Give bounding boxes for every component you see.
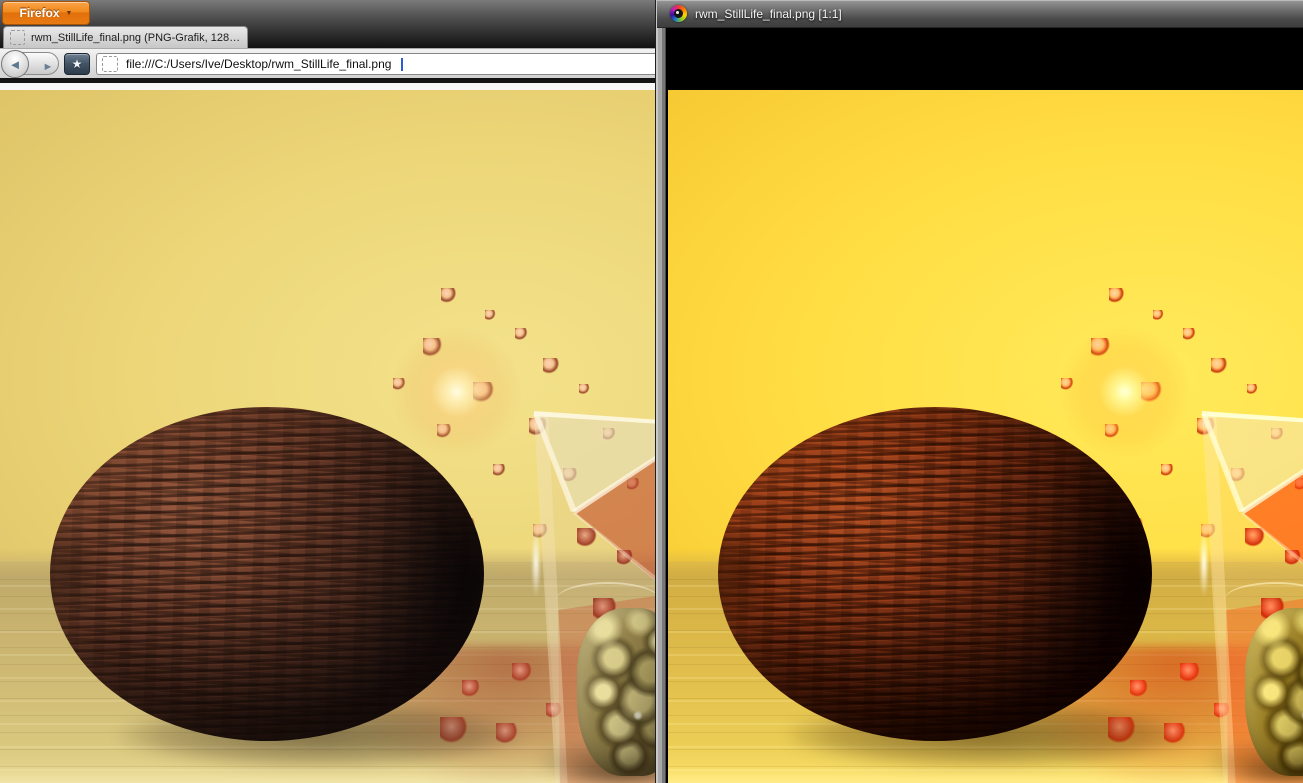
rendered-still-life-image xyxy=(0,90,658,783)
browser-tab[interactable]: rwm_StillLife_final.png (PNG-Grafik, 128… xyxy=(3,26,248,48)
viewer-titlebar[interactable]: rwm_StillLife_final.png [1:1] xyxy=(657,0,1303,28)
gold-nugget xyxy=(577,608,658,776)
star-icon: ★ xyxy=(72,58,83,70)
still-life-render-muted xyxy=(0,90,658,783)
back-button[interactable]: ◄ xyxy=(1,50,29,78)
desktop-stage: Firefox ▼ rwm_StillLife_final.png (PNG-G… xyxy=(0,0,1303,783)
page-background-strip xyxy=(0,83,658,90)
rendered-still-life-image xyxy=(668,90,1303,783)
viewer-app-lens-icon xyxy=(670,5,687,22)
browser-viewport-image[interactable] xyxy=(0,90,658,783)
site-identity-placeholder-icon xyxy=(102,56,118,72)
viewer-window-title: rwm_StillLife_final.png [1:1] xyxy=(695,7,842,21)
viewer-canvas[interactable] xyxy=(666,29,1303,783)
wrinkled-melon-seed xyxy=(718,407,1152,741)
forward-button[interactable]: ► xyxy=(38,58,58,76)
address-bar-url: file:///C:/Users/Ive/Desktop/rwm_StillLi… xyxy=(126,57,391,71)
wrinkled-melon-seed xyxy=(50,407,484,741)
address-bar[interactable]: file:///C:/Users/Ive/Desktop/rwm_StillLi… xyxy=(96,53,658,75)
navigation-toolbar: ► ◄ ★ file:///C:/Users/Ive/Desktop/rwm_S… xyxy=(0,48,658,78)
tab-title: rwm_StillLife_final.png (PNG-Grafik, 128… xyxy=(31,32,240,44)
glass-specular-streak xyxy=(531,528,541,598)
forward-arrow-icon: ► xyxy=(43,62,54,73)
firefox-app-menu-label: Firefox xyxy=(20,6,60,20)
text-caret xyxy=(401,58,403,71)
glass-specular-streak xyxy=(1199,528,1209,598)
firefox-titlebar-tabstrip[interactable]: Firefox ▼ rwm_StillLife_final.png (PNG-G… xyxy=(0,0,658,48)
image-viewer-window: rwm_StillLife_final.png [1:1] xyxy=(655,0,1303,783)
back-arrow-icon: ◄ xyxy=(9,58,22,71)
chevron-down-icon: ▼ xyxy=(66,10,73,17)
missing-favicon-icon xyxy=(10,30,25,45)
still-life-render-vivid xyxy=(668,90,1303,783)
firefox-app-menu-button[interactable]: Firefox ▼ xyxy=(2,1,90,25)
bookmarks-button[interactable]: ★ xyxy=(64,53,90,75)
firefox-window: Firefox ▼ rwm_StillLife_final.png (PNG-G… xyxy=(0,0,658,783)
